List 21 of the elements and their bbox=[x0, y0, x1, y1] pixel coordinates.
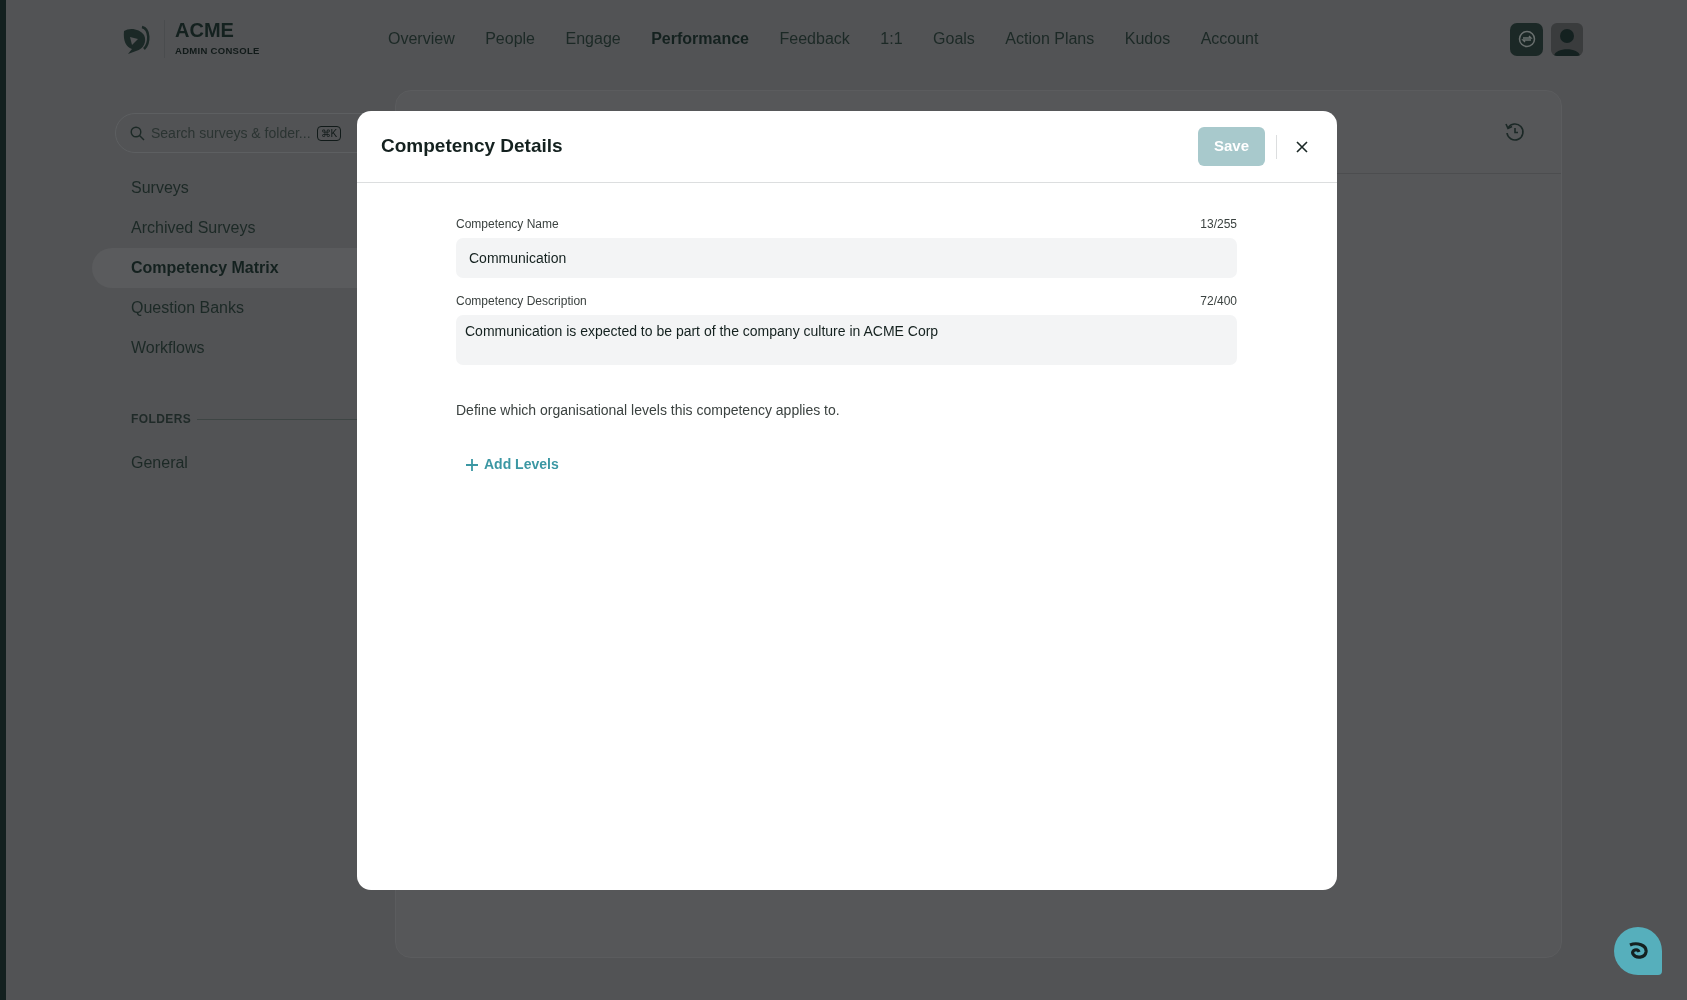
brand-name: ACME bbox=[175, 19, 235, 40]
nav-link[interactable]: Performance bbox=[651, 27, 749, 51]
avatar[interactable] bbox=[1551, 22, 1583, 56]
field-label: Competency Name bbox=[456, 216, 559, 233]
switch-button[interactable] bbox=[1510, 22, 1543, 56]
history-icon[interactable] bbox=[1504, 121, 1526, 143]
char-counter: 13/255 bbox=[1200, 216, 1237, 233]
plus-icon bbox=[466, 458, 478, 471]
field-label: Competency Description bbox=[456, 293, 587, 310]
switch-icon bbox=[1517, 30, 1536, 48]
close-icon bbox=[1295, 139, 1309, 154]
chat-icon bbox=[1627, 942, 1649, 960]
add-levels-button[interactable]: Add Levels bbox=[456, 454, 569, 475]
input-field[interactable]: Communication bbox=[456, 238, 1237, 278]
shortcut-key: ⌘K bbox=[316, 125, 342, 141]
char-counter: 72/400 bbox=[1200, 293, 1237, 310]
chat-button[interactable] bbox=[1614, 927, 1662, 975]
brand-subtitle: ADMIN CONSOLE bbox=[175, 43, 260, 58]
search-icon bbox=[130, 125, 145, 141]
text-area[interactable]: Communication is expected to be part of the company culture in ACME Corp bbox=[456, 315, 1237, 365]
help-text: Define which organisational levels this competency applies to. bbox=[456, 401, 841, 420]
